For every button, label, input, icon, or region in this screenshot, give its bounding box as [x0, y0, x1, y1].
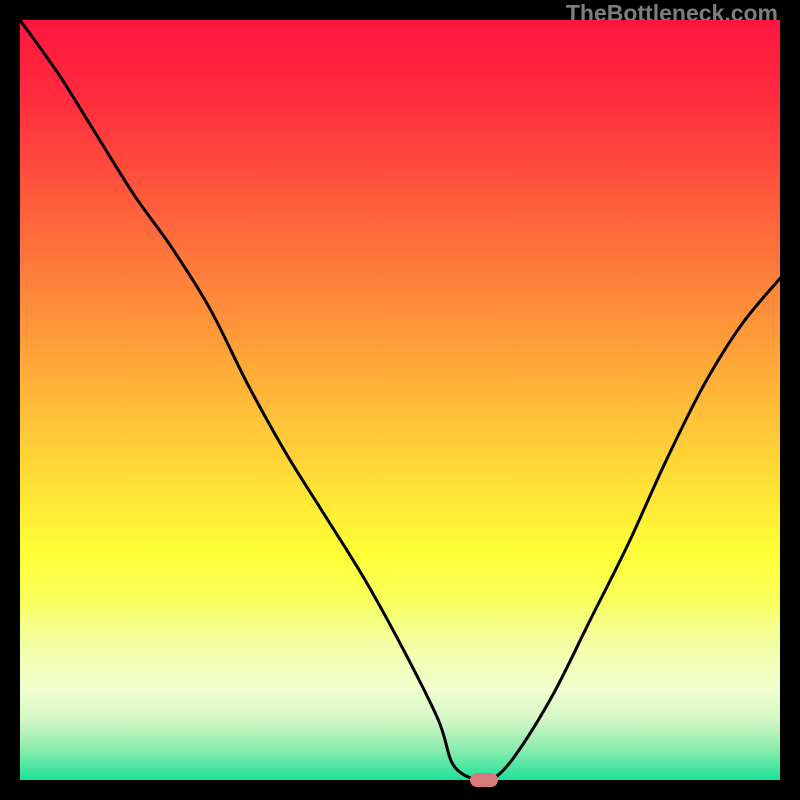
bottleneck-marker	[470, 773, 498, 787]
chart-container: TheBottleneck.com	[0, 0, 800, 800]
bottleneck-curve	[20, 20, 780, 780]
plot-area	[20, 20, 780, 780]
